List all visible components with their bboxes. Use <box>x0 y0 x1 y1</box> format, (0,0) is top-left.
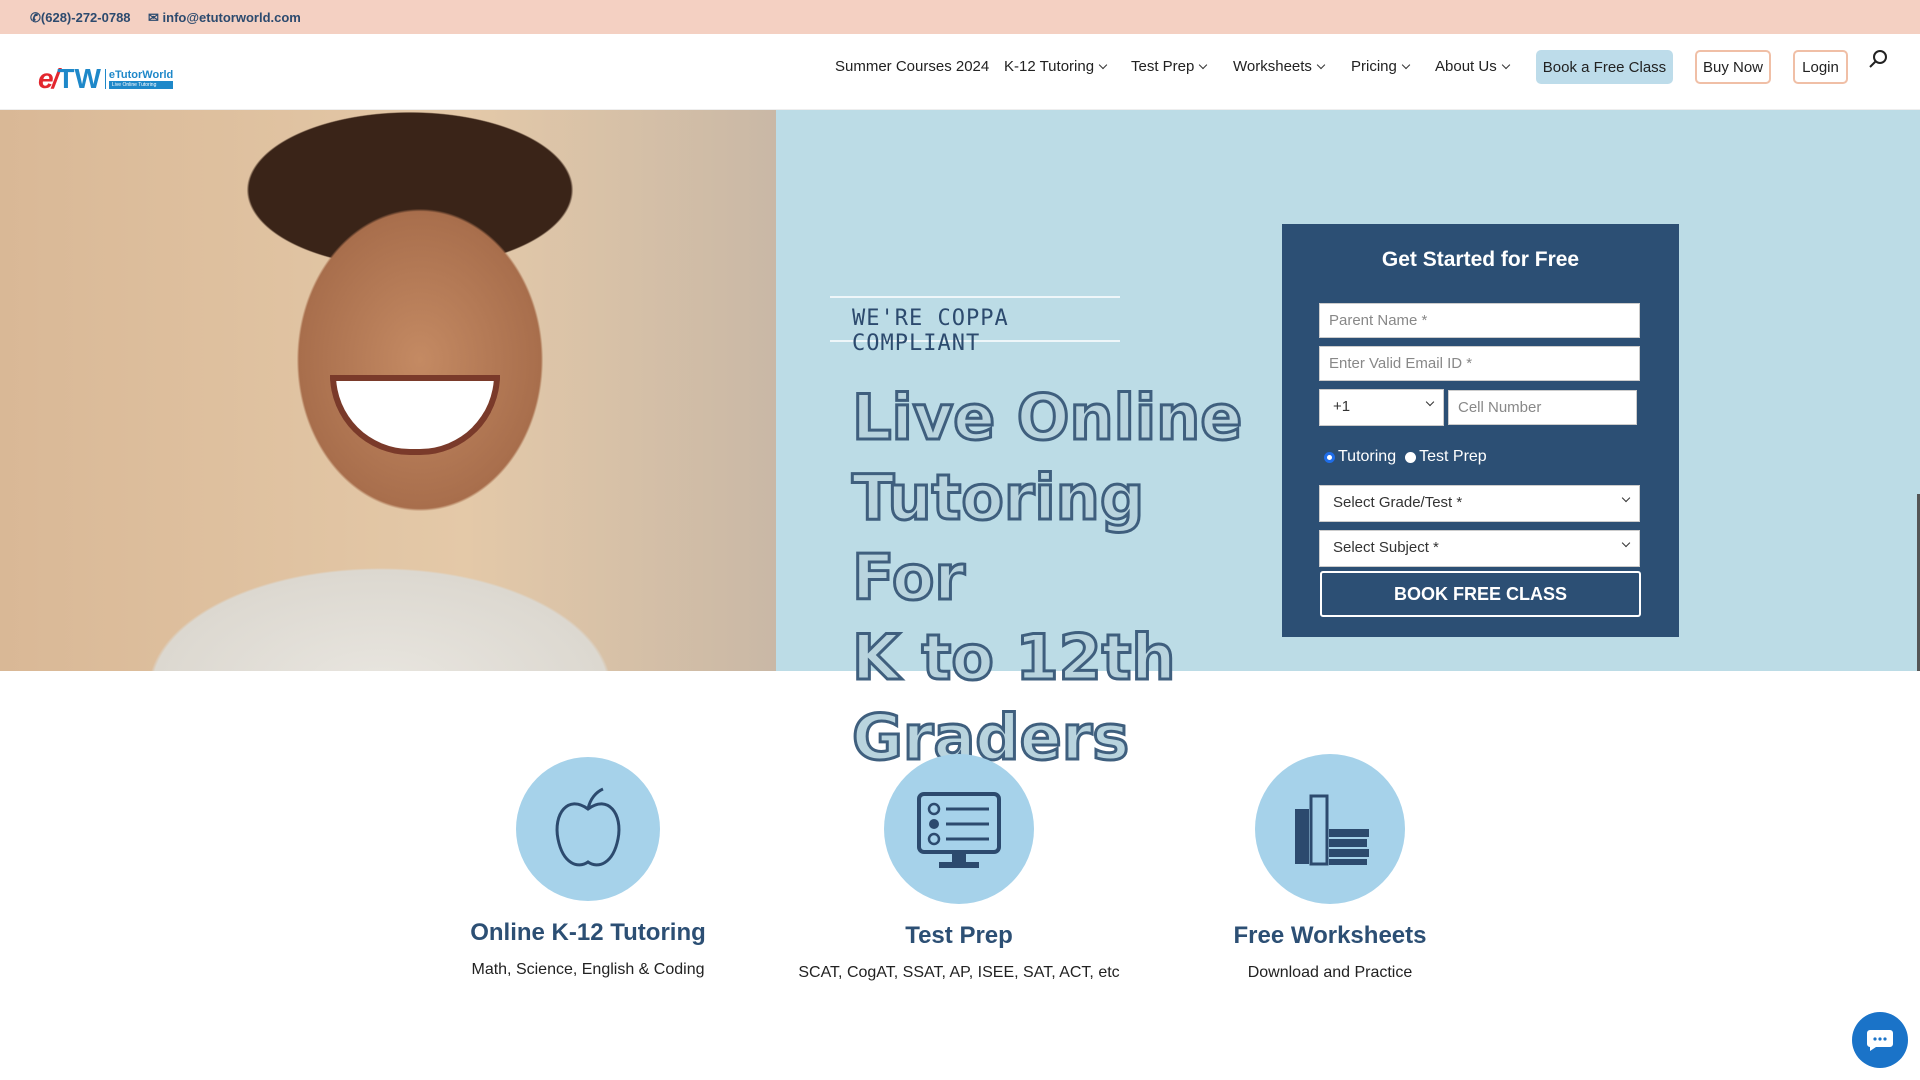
phone-link[interactable]: ✆(628)-272-0788 <box>30 10 131 26</box>
email-address[interactable]: info@etutorworld.com <box>163 10 301 25</box>
nav-summer-courses[interactable]: Summer Courses 2024 <box>835 58 989 75</box>
feature-title: Online K-12 Tutoring <box>470 919 706 946</box>
login-button[interactable]: Login <box>1793 50 1848 84</box>
chat-bubble-icon <box>1867 1030 1893 1051</box>
feature-tutoring[interactable]: Online K-12 Tutoring Math, Science, Engl… <box>388 757 788 979</box>
site-logo[interactable]: e/TW eTutorWorld Live Online Tutoring <box>38 63 174 95</box>
service-radio-group: Tutoring Test Prep <box>1324 448 1487 466</box>
headline-line: Live Online <box>851 380 1244 456</box>
nav-label: Pricing <box>1351 58 1397 75</box>
chevron-down-icon <box>1316 60 1326 69</box>
book-free-class-button[interactable]: Book a Free Class <box>1536 50 1673 84</box>
top-contact-bar: ✆(628)-272-0788 ✉ info@etutorworld.com <box>0 0 1920 34</box>
cell-number-input[interactable]: Cell Number <box>1448 390 1637 425</box>
radio-test-prep[interactable] <box>1405 451 1417 463</box>
envelope-icon: ✉ <box>148 10 159 25</box>
signup-form: Get Started for Free Parent Name * Enter… <box>1282 224 1679 637</box>
feature-subtitle: Math, Science, English & Coding <box>471 961 705 978</box>
parent-name-input[interactable]: Parent Name * <box>1319 303 1640 338</box>
coppa-ribbon: WE'RE COPPA COMPLIANT <box>830 296 1120 356</box>
email-link[interactable]: ✉ info@etutorworld.com <box>148 10 301 26</box>
search-icon[interactable] <box>1868 49 1888 69</box>
book-free-class-submit[interactable]: BOOK FREE CLASS <box>1320 571 1641 617</box>
chat-widget-button[interactable] <box>1852 1012 1908 1068</box>
phone-number[interactable]: (628)-272-0788 <box>41 10 131 25</box>
chevron-down-icon <box>1199 60 1208 69</box>
books-icon <box>1255 754 1405 904</box>
logo-mark-e: e/ <box>38 63 59 94</box>
nav-worksheets[interactable]: Worksheets <box>1233 58 1326 75</box>
monitor-checklist-icon <box>884 754 1034 904</box>
radio-tutoring[interactable] <box>1324 451 1335 463</box>
grade-select[interactable]: Select Grade/Test * <box>1319 485 1640 522</box>
nav-label: Worksheets <box>1233 58 1312 75</box>
feature-title: Test Prep <box>905 922 1013 949</box>
nav-label: Summer Courses 2024 <box>835 58 990 75</box>
feature-test-prep[interactable]: Test Prep SCAT, CogAT, SSAT, AP, ISEE, S… <box>759 754 1159 982</box>
radio-label: Tutoring <box>1338 448 1397 465</box>
country-code-value: +1 <box>1333 398 1351 415</box>
subject-select[interactable]: Select Subject * <box>1319 530 1640 567</box>
logo-name: eTutorWorld <box>108 69 174 81</box>
feature-subtitle: Download and Practice <box>1247 964 1413 981</box>
email-input[interactable]: Enter Valid Email ID * <box>1319 346 1640 381</box>
nav-label: K-12 Tutoring <box>1004 58 1095 75</box>
chevron-down-icon <box>1501 60 1510 69</box>
feature-subtitle: SCAT, CogAT, SSAT, AP, ISEE, SAT, ACT, e… <box>798 964 1120 981</box>
chevron-down-icon <box>1621 538 1631 548</box>
chevron-down-icon <box>1098 60 1108 69</box>
headline-line: Tutoring For <box>851 460 1146 616</box>
apple-icon <box>516 757 660 901</box>
nav-label: Test Prep <box>1131 58 1195 75</box>
grade-select-value: Select Grade/Test * <box>1333 494 1463 511</box>
buy-now-button[interactable]: Buy Now <box>1695 50 1771 84</box>
smiling-child-photo <box>0 110 776 671</box>
form-title: Get Started for Free <box>1381 248 1580 271</box>
country-code-select[interactable]: +1 <box>1319 389 1444 426</box>
feature-worksheets[interactable]: Free Worksheets Download and Practice <box>1130 754 1530 982</box>
logo-tagline: Live Online Tutoring <box>108 81 174 89</box>
nav-about-us[interactable]: About Us <box>1435 58 1510 75</box>
feature-title: Free Worksheets <box>1233 922 1427 949</box>
logo-mark-tw: TW <box>57 63 101 94</box>
subject-select-value: Select Subject * <box>1333 539 1439 556</box>
nav-label: About Us <box>1435 58 1497 75</box>
nav-test-prep[interactable]: Test Prep <box>1131 58 1208 75</box>
chevron-down-icon <box>1401 60 1411 69</box>
radio-label: Test Prep <box>1419 448 1487 465</box>
nav-k12-tutoring[interactable]: K-12 Tutoring <box>1004 58 1108 75</box>
hero-headline: Live Online Tutoring For K to 12th Grade… <box>851 378 1262 778</box>
main-nav: e/TW eTutorWorld Live Online Tutoring Sum… <box>0 34 1920 110</box>
chevron-down-icon <box>1425 397 1435 407</box>
nav-pricing[interactable]: Pricing <box>1351 58 1411 75</box>
chevron-down-icon <box>1621 493 1631 503</box>
headline-line: K to 12th <box>851 620 1178 696</box>
